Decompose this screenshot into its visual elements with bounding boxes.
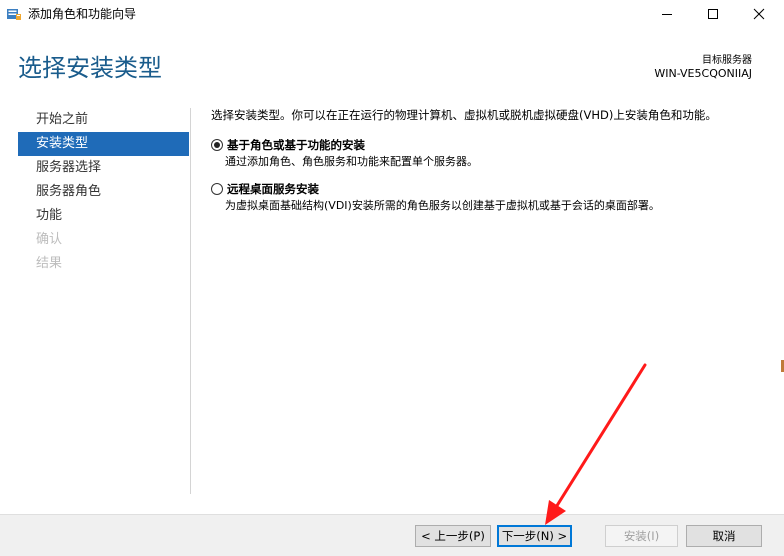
nav-item-installation-type[interactable]: 安装类型 <box>18 132 189 156</box>
radio-remote-desktop[interactable] <box>211 183 223 195</box>
nav-item-before-you-begin[interactable]: 开始之前 <box>18 108 189 132</box>
option-role-based-description: 通过添加角色、角色服务和功能来配置单个服务器。 <box>225 155 478 168</box>
title-bar[interactable]: 添加角色和功能向导 <box>0 0 784 28</box>
option-remote-desktop-label[interactable]: 远程桌面服务安装 <box>227 180 771 198</box>
target-server-name: WIN-VE5CQONIIAJ <box>654 67 752 80</box>
page-title: 选择安装类型 <box>18 54 162 82</box>
radio-role-based[interactable] <box>211 139 223 151</box>
nav-item-confirmation: 确认 <box>36 232 63 247</box>
minimize-icon <box>662 14 672 15</box>
nav-item-server-selection[interactable]: 服务器选择 <box>18 156 189 180</box>
option-role-based-label[interactable]: 基于角色或基于功能的安装 <box>227 136 771 154</box>
install-button: 安装(I) <box>605 525 678 547</box>
cancel-button[interactable]: 取消 <box>686 525 762 547</box>
wizard-nav: 开始之前 安装类型 服务器选择 服务器角色 功能 确认 结果 <box>18 108 189 276</box>
next-button[interactable]: 下一步(N) > <box>497 525 572 547</box>
target-server-label: 目标服务器 <box>702 55 752 66</box>
main-content: 选择安装类型。你可以在正在运行的物理计算机、虚拟机或脱机虚拟硬盘(VHD)上安装… <box>211 106 771 214</box>
nav-divider <box>190 108 191 494</box>
nav-item-server-roles[interactable]: 服务器角色 <box>18 180 189 204</box>
wizard-window: 添加角色和功能向导 选择安装类型 目标服务器 WIN-VE5CQONIIAJ 开… <box>0 0 784 556</box>
close-button[interactable] <box>736 0 782 28</box>
nav-item-results: 结果 <box>36 256 63 271</box>
previous-button[interactable]: < 上一步(P) <box>415 525 491 547</box>
minimize-button[interactable] <box>644 0 690 28</box>
intro-text: 选择安装类型。你可以在正在运行的物理计算机、虚拟机或脱机虚拟硬盘(VHD)上安装… <box>211 108 717 122</box>
option-role-based[interactable]: 基于角色或基于功能的安装 通过添加角色、角色服务和功能来配置单个服务器。 <box>211 136 771 170</box>
option-remote-desktop-description: 为虚拟桌面基础结构(VDI)安装所需的角色服务以创建基于虚拟机或基于会话的桌面部… <box>225 199 660 212</box>
maximize-icon <box>708 9 718 19</box>
server-manager-icon <box>7 9 21 20</box>
maximize-button[interactable] <box>690 0 736 28</box>
target-server: 目标服务器 WIN-VE5CQONIIAJ <box>654 54 752 81</box>
window-title: 添加角色和功能向导 <box>28 7 137 21</box>
nav-item-features[interactable]: 功能 <box>18 204 189 228</box>
footer-bar: < 上一步(P) 下一步(N) > 安装(I) 取消 <box>0 514 784 556</box>
close-icon <box>753 8 765 20</box>
option-remote-desktop[interactable]: 远程桌面服务安装 为虚拟桌面基础结构(VDI)安装所需的角色服务以创建基于虚拟机… <box>211 180 771 214</box>
